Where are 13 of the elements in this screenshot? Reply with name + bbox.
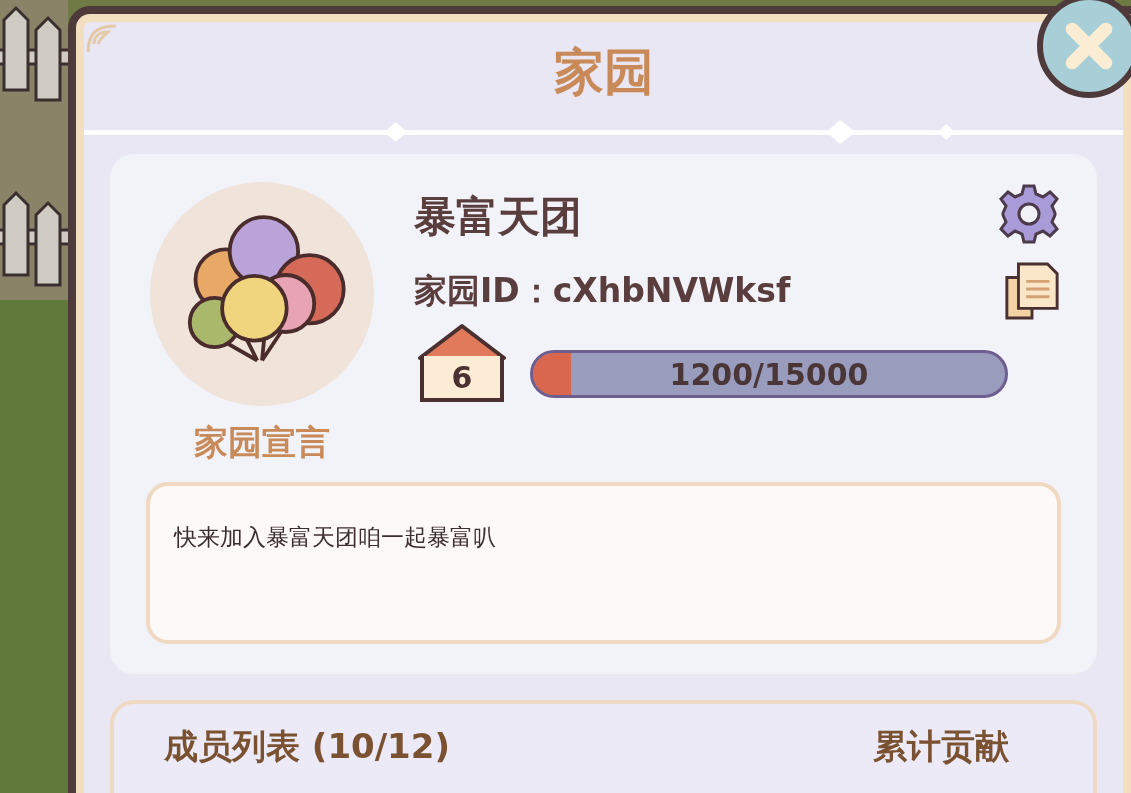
declaration-text: 快来加入暴富天团咱一起暴富叭 — [174, 523, 497, 552]
settings-icon — [997, 182, 1061, 246]
progress-reading: 1200/15000 — [669, 356, 869, 392]
column-header: 累计贡献 — [873, 725, 1009, 768]
declaration-label: 家园宣言 — [194, 421, 330, 464]
level-number: 6 — [451, 359, 473, 395]
members-title: 成员列表 (10/12) — [164, 725, 450, 768]
settings-button[interactable] — [997, 182, 1061, 246]
copy-button[interactable] — [1003, 260, 1061, 322]
home-id: 家园ID：cXhbNVWksf — [414, 269, 791, 312]
panel-title: 家园 — [553, 41, 654, 103]
home-name: 暴富天团 — [414, 191, 582, 243]
copy-icon — [1003, 260, 1061, 322]
